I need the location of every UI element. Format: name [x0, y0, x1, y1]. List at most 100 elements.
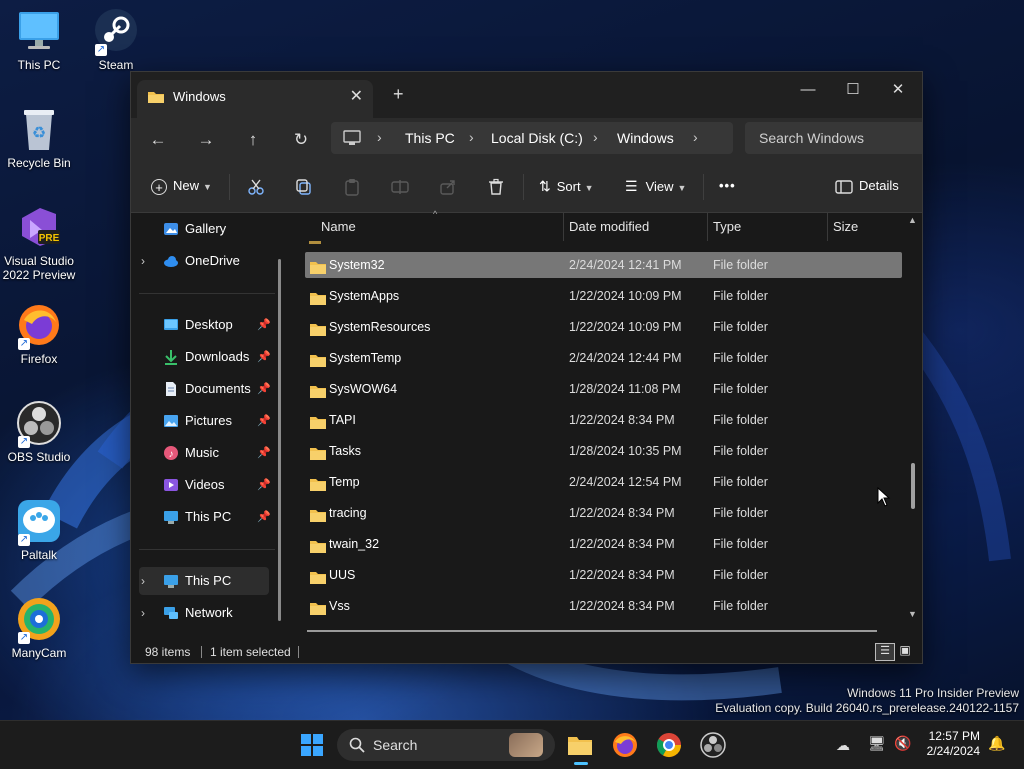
file-row[interactable]: SystemApps 1/22/2024 10:09 PM File folder [305, 283, 902, 309]
breadcrumb-this-pc[interactable]: This PC [405, 130, 455, 146]
sidebar-item-pictures[interactable]: Pictures 📌 [139, 407, 271, 435]
desktop-icon-obs[interactable]: ↗ OBS Studio [0, 400, 78, 464]
column-divider[interactable] [827, 213, 828, 241]
search-input[interactable]: Search Windows [745, 122, 922, 154]
column-header-name[interactable]: Name [321, 213, 356, 241]
sidebar-item-documents[interactable]: Documents 📌 [139, 375, 271, 403]
view-button[interactable]: ☰ View ▼ [625, 174, 686, 198]
vertical-scrollbar-thumb[interactable] [911, 463, 915, 509]
tab-windows[interactable]: Windows ✕ [137, 80, 373, 118]
up-button[interactable]: ↑ [238, 126, 268, 154]
sidebar-item-label: This PC [185, 573, 232, 588]
share-button[interactable] [439, 174, 457, 198]
pin-icon[interactable]: 📌 [257, 471, 271, 499]
file-row[interactable]: tracing 1/22/2024 8:34 PM File folder [305, 500, 902, 526]
desktop-icon-steam[interactable]: ↗ Steam [77, 8, 155, 72]
sort-button[interactable]: ⇅ Sort ▼ [539, 174, 594, 198]
notification-bell-icon[interactable]: 🔔 [988, 735, 1005, 752]
clock-time: 12:57 PM [928, 729, 980, 743]
refresh-button[interactable]: ↻ [286, 126, 316, 154]
pin-icon[interactable]: 📌 [257, 311, 271, 339]
breadcrumb-local-disk[interactable]: Local Disk (C:) [491, 130, 583, 146]
tiles-view-icon[interactable]: ▣ [897, 643, 913, 659]
close-window-button[interactable]: ✕ [875, 76, 921, 106]
sidebar-item-this-pc-pinned[interactable]: This PC 📌 [139, 503, 271, 531]
cut-button[interactable] [247, 174, 265, 198]
column-divider[interactable] [707, 213, 708, 241]
clock[interactable]: 12:57 PM 2/24/2024 [927, 729, 980, 759]
rename-button[interactable] [391, 174, 409, 198]
forward-button[interactable]: → [191, 126, 221, 154]
cloud-offline-icon[interactable]: ☁ [836, 737, 850, 754]
pc-icon [164, 575, 178, 588]
close-tab-icon[interactable]: ✕ [350, 86, 363, 106]
shortcut-arrow-icon: ↗ [18, 534, 30, 546]
chevron-right-icon[interactable]: › [141, 599, 145, 627]
sidebar-item-network[interactable]: › Network [139, 599, 269, 627]
scroll-down-icon[interactable]: ▼ [908, 609, 917, 619]
pin-icon[interactable]: 📌 [257, 343, 271, 371]
file-row[interactable]: Temp 2/24/2024 12:54 PM File folder [305, 469, 902, 495]
taskbar-search[interactable]: Search [337, 729, 555, 761]
desktop-icon-this-pc[interactable]: This PC [0, 8, 78, 72]
file-row[interactable]: SysWOW64 1/28/2024 11:08 PM File folder [305, 376, 902, 402]
back-button[interactable]: ← [143, 126, 173, 154]
details-pane-button[interactable]: Details [835, 174, 899, 198]
maximize-button[interactable]: ☐ [830, 76, 876, 106]
details-view-icon[interactable]: ☰ [875, 643, 895, 661]
column-header-date[interactable]: Date modified [569, 213, 649, 241]
column-header-size[interactable]: Size [833, 213, 858, 241]
address-bar[interactable]: › This PC › Local Disk (C:) › Windows › [331, 122, 733, 154]
copy-button[interactable] [295, 174, 313, 198]
obs-icon: ↗ [16, 400, 62, 448]
taskbar-firefox[interactable] [611, 731, 639, 759]
chevron-right-icon[interactable]: › [141, 567, 145, 595]
desktop-icon-manycam[interactable]: ↗ ManyCam [0, 596, 78, 660]
desktop-icon-recycle-bin[interactable]: ♻ Recycle Bin [0, 106, 78, 170]
pin-icon[interactable]: 📌 [257, 503, 271, 531]
sidebar-item-downloads[interactable]: Downloads 📌 [139, 343, 271, 371]
file-row[interactable]: System32 2/24/2024 12:41 PM File folder [305, 252, 902, 278]
sidebar-item-this-pc[interactable]: › This PC [139, 567, 269, 595]
sidebar-item-videos[interactable]: Videos 📌 [139, 471, 271, 499]
horizontal-scrollbar[interactable] [307, 630, 877, 632]
minimize-button[interactable]: — [785, 76, 831, 106]
pin-icon[interactable]: 📌 [257, 407, 271, 435]
taskbar-chrome[interactable] [655, 731, 683, 759]
delete-button[interactable] [487, 174, 505, 198]
sidebar-item-onedrive[interactable]: › OneDrive [139, 247, 269, 275]
new-tab-button[interactable]: + [393, 84, 404, 105]
start-button[interactable] [298, 731, 326, 759]
file-row[interactable]: SystemTemp 2/24/2024 12:44 PM File folder [305, 345, 902, 371]
more-options-button[interactable]: ••• [719, 174, 736, 198]
sidebar-scrollbar[interactable] [278, 259, 281, 621]
sidebar-item-music[interactable]: ♪ Music 📌 [139, 439, 271, 467]
trash-icon [489, 178, 503, 195]
file-row[interactable]: TAPI 1/22/2024 8:34 PM File folder [305, 407, 902, 433]
sidebar-item-gallery[interactable]: Gallery [139, 215, 269, 243]
desktop-icon-visual-studio[interactable]: PRE Visual Studio 2022 Preview [0, 204, 78, 282]
view-list-icon: ☰ [625, 178, 638, 194]
chevron-right-icon[interactable]: › [141, 247, 145, 275]
pin-icon[interactable]: 📌 [257, 439, 271, 467]
network-status-icon[interactable]: 🖥 [868, 735, 886, 752]
column-divider[interactable] [563, 213, 564, 241]
file-row[interactable]: UUS 1/22/2024 8:34 PM File folder [305, 562, 902, 588]
taskbar-obs[interactable] [699, 731, 727, 759]
new-button[interactable]: + New ▼ [151, 174, 212, 198]
sidebar-item-desktop[interactable]: Desktop 📌 [139, 311, 271, 339]
paste-button[interactable] [343, 174, 361, 198]
column-header-type[interactable]: Type [713, 213, 741, 241]
volume-muted-icon[interactable]: 🔇 [894, 735, 911, 752]
breadcrumb-windows[interactable]: Windows [617, 130, 674, 146]
pin-icon[interactable]: 📌 [257, 375, 271, 403]
desktop-icon-paltalk[interactable]: ↗ Paltalk [0, 498, 78, 562]
taskbar-file-explorer[interactable] [566, 731, 594, 765]
file-row[interactable]: SystemResources 1/22/2024 10:09 PM File fo… [305, 314, 902, 340]
file-row[interactable]: Vss 1/22/2024 8:34 PM File folder [305, 593, 902, 619]
desktop-icon-firefox[interactable]: ↗ Firefox [0, 302, 78, 366]
scroll-up-icon[interactable]: ▲ [908, 215, 917, 225]
breadcrumb-chevron-icon[interactable]: › [693, 129, 698, 145]
file-row[interactable]: twain_32 1/22/2024 8:34 PM File folder [305, 531, 902, 557]
file-row[interactable]: Tasks 1/28/2024 10:35 PM File folder [305, 438, 902, 464]
